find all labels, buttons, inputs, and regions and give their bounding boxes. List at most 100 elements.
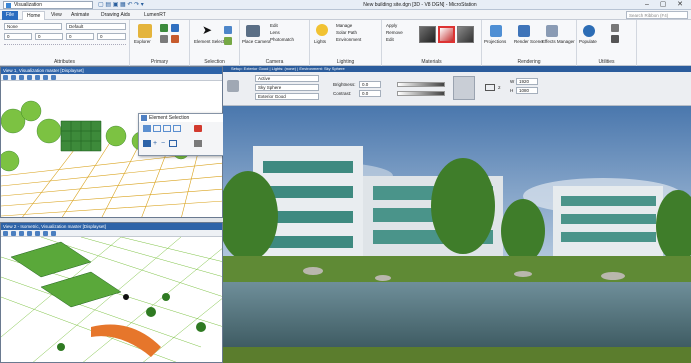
explorer-icon[interactable] <box>138 24 152 38</box>
tab-animate[interactable]: Animate <box>67 11 93 20</box>
material-swatch-2[interactable] <box>438 26 455 43</box>
pan-view-icon[interactable] <box>51 75 56 80</box>
tab-home[interactable]: Home <box>22 11 46 20</box>
clear-selection-icon[interactable] <box>194 125 202 132</box>
workspace-selector[interactable]: Visualization <box>3 1 93 9</box>
line-mode-icon[interactable] <box>173 125 181 132</box>
references-icon[interactable] <box>171 24 179 32</box>
view-attributes-icon[interactable] <box>3 231 8 236</box>
levels-icon[interactable] <box>160 35 168 43</box>
select-all-icon[interactable] <box>224 26 232 34</box>
selection-options-icon[interactable] <box>194 140 202 147</box>
utility-tool-2-icon[interactable] <box>611 35 619 43</box>
fit-view-icon[interactable] <box>35 75 40 80</box>
subtract-selection-icon[interactable]: − <box>161 140 165 147</box>
solar-path-button[interactable]: Solar Path <box>336 30 357 36</box>
new-selection-icon[interactable] <box>143 140 151 147</box>
height-input[interactable]: 1080 <box>516 87 538 94</box>
render-scene-label[interactable]: Render Scene <box>514 39 543 44</box>
zoom-value[interactable]: 2 <box>498 84 501 91</box>
level-dropdown[interactable]: None <box>4 23 62 30</box>
linestyle-dropdown[interactable]: 0 <box>66 33 94 40</box>
rotate-view-icon[interactable] <box>43 231 48 236</box>
tab-view[interactable]: View <box>47 11 66 20</box>
zoom-out-icon[interactable] <box>27 231 32 236</box>
view-2-canvas[interactable] <box>1 237 223 363</box>
material-swatch-3[interactable] <box>457 26 474 43</box>
quick-access-toolbar[interactable]: ▢ ▤ ▣ ▦ ↶ ↷ ▾ <box>98 1 144 9</box>
customize-icon[interactable]: ▾ <box>141 2 144 8</box>
contrast-input[interactable]: 0.0 <box>359 90 381 97</box>
contrast-label: Contrast: <box>333 91 352 96</box>
selection-filter-icon[interactable] <box>224 37 232 45</box>
populate-label[interactable]: Populate <box>579 39 597 45</box>
zoom-in-icon[interactable] <box>19 231 24 236</box>
fit-view-icon[interactable] <box>35 231 40 236</box>
projections-icon[interactable] <box>490 25 502 37</box>
brightness-label: Brightness: <box>333 82 356 87</box>
transparency-dropdown[interactable]: 0 <box>97 33 126 40</box>
zoom-in-icon[interactable] <box>19 75 24 80</box>
render-scene-icon[interactable] <box>518 25 530 37</box>
zoom-out-icon[interactable] <box>27 75 32 80</box>
place-camera-label[interactable]: Place Camera <box>242 39 271 44</box>
open-file-icon[interactable]: ▤ <box>105 2 111 8</box>
redo-icon[interactable]: ↷ <box>134 2 139 8</box>
save-icon[interactable]: ▣ <box>113 2 119 8</box>
undo-icon[interactable]: ↶ <box>127 2 132 8</box>
models-icon[interactable] <box>160 24 168 32</box>
lights-label[interactable]: Lights <box>314 39 326 45</box>
view-2[interactable]: View 2 - Isometric, Visualization master… <box>0 222 223 363</box>
projections-label[interactable]: Projections <box>484 39 506 45</box>
invert-selection-icon[interactable] <box>169 140 177 147</box>
width-input[interactable]: 1920 <box>516 78 538 85</box>
view-display-icon[interactable] <box>11 231 16 236</box>
photomatch-button[interactable]: Photomatch <box>270 37 294 43</box>
render-setup-icon[interactable] <box>227 80 239 92</box>
camera-lens-button[interactable]: Lens <box>270 30 280 36</box>
view-attributes-icon[interactable] <box>3 75 8 80</box>
utility-tool-1-icon[interactable] <box>611 24 619 32</box>
contrast-slider[interactable] <box>397 91 445 96</box>
camera-group: Place Camera Edit Lens Photomatch Camera <box>240 20 310 66</box>
material-remove-button[interactable]: Remove <box>386 30 403 36</box>
tab-drawing-aids[interactable]: Drawing Aids <box>97 11 134 20</box>
effects-manager-icon[interactable] <box>546 25 558 37</box>
material-swatch-1[interactable] <box>419 26 436 43</box>
color-dropdown[interactable]: 0 <box>4 33 32 40</box>
add-selection-icon[interactable]: + <box>153 140 157 147</box>
tab-lumenrt[interactable]: LumenRT <box>140 11 170 20</box>
weight-dropdown[interactable]: 0 <box>35 33 63 40</box>
maximize-button[interactable]: ▢ <box>656 0 670 10</box>
camera-edit-button[interactable]: Edit <box>270 23 278 29</box>
view-display-icon[interactable] <box>11 75 16 80</box>
print-icon[interactable]: ▦ <box>120 2 126 8</box>
text-style-dropdown[interactable]: Default <box>66 23 126 30</box>
properties-icon[interactable] <box>171 35 179 43</box>
quality-dropdown[interactable]: Exterior Good <box>255 93 319 100</box>
tab-file[interactable]: File <box>2 11 19 20</box>
minimize-button[interactable]: – <box>640 0 654 10</box>
environment-dropdown[interactable]: Sky Sphere <box>255 84 319 91</box>
populate-icon[interactable] <box>583 25 595 37</box>
lighting-manage-button[interactable]: Manage <box>336 23 352 29</box>
rotate-view-icon[interactable] <box>43 75 48 80</box>
cursor-arrow-icon[interactable]: ➤ <box>202 23 212 37</box>
material-apply-button[interactable]: Apply <box>386 23 397 29</box>
close-button[interactable]: ✕ <box>673 0 687 10</box>
material-edit-button[interactable]: Edit <box>386 37 394 43</box>
ribbon-search-input[interactable]: Search Ribbon (F4) <box>626 11 688 19</box>
effects-manager-label[interactable]: Effects Manager <box>542 39 575 44</box>
camera-icon[interactable] <box>246 25 260 37</box>
new-file-icon[interactable]: ▢ <box>98 2 104 8</box>
brightness-input[interactable]: 0.0 <box>359 81 381 88</box>
render-view[interactable]: Setup: Exterior Good | Lights: (none) | … <box>223 66 691 363</box>
brightness-slider[interactable] <box>397 82 445 87</box>
individual-mode-icon[interactable] <box>143 125 151 132</box>
light-bulb-icon[interactable] <box>316 24 328 36</box>
block-mode-icon[interactable] <box>153 125 161 132</box>
setup-dropdown[interactable]: Active <box>255 75 319 82</box>
environment-button[interactable]: Environment <box>336 37 361 43</box>
shape-mode-icon[interactable] <box>163 125 171 132</box>
pan-view-icon[interactable] <box>51 231 56 236</box>
